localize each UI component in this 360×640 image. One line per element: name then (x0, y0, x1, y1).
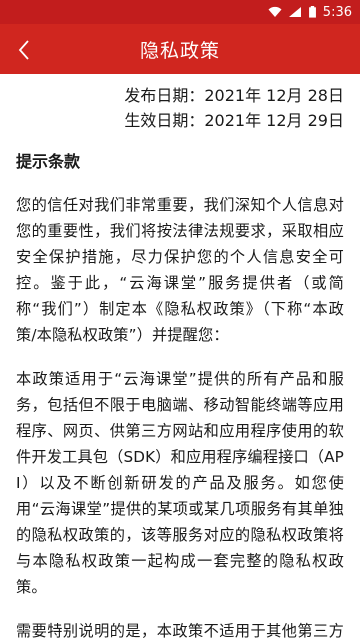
status-time: 5:36 (322, 4, 352, 20)
publish-date: 发布日期：2021年 12月 28日 (124, 86, 344, 105)
status-bar: 5:36 (0, 0, 360, 24)
wifi-icon (268, 6, 282, 17)
policy-paragraph: 您的信任对我们非常重要，我们深知个人信息对您的重要性，我们将按法律法规要求，采取… (16, 196, 344, 344)
policy-paragraph: 需要特别说明的是，本政策不适用于其他第三方向您提供的服务，为确保流畅的产品体验， (16, 622, 344, 640)
policy-content[interactable]: 发布日期：2021年 12月 28日 生效日期：2021年 12月 29日 提示… (0, 74, 360, 640)
signal-icon (288, 7, 301, 17)
app-bar: 隐私政策 (0, 24, 360, 74)
effective-date: 生效日期：2021年 12月 29日 (124, 111, 344, 130)
section-title: 提示条款 (16, 152, 81, 171)
battery-icon (308, 6, 316, 18)
page-title: 隐私政策 (139, 39, 220, 62)
policy-paragraph: 本政策适用于“云海课堂”提供的所有产品和服务，包括但不限于电脑端、移动智能终端等… (16, 370, 344, 596)
date-block: 发布日期：2021年 12月 28日 生效日期：2021年 12月 29日 (16, 83, 344, 133)
chevron-left-icon (18, 40, 29, 60)
back-button[interactable] (10, 36, 38, 64)
